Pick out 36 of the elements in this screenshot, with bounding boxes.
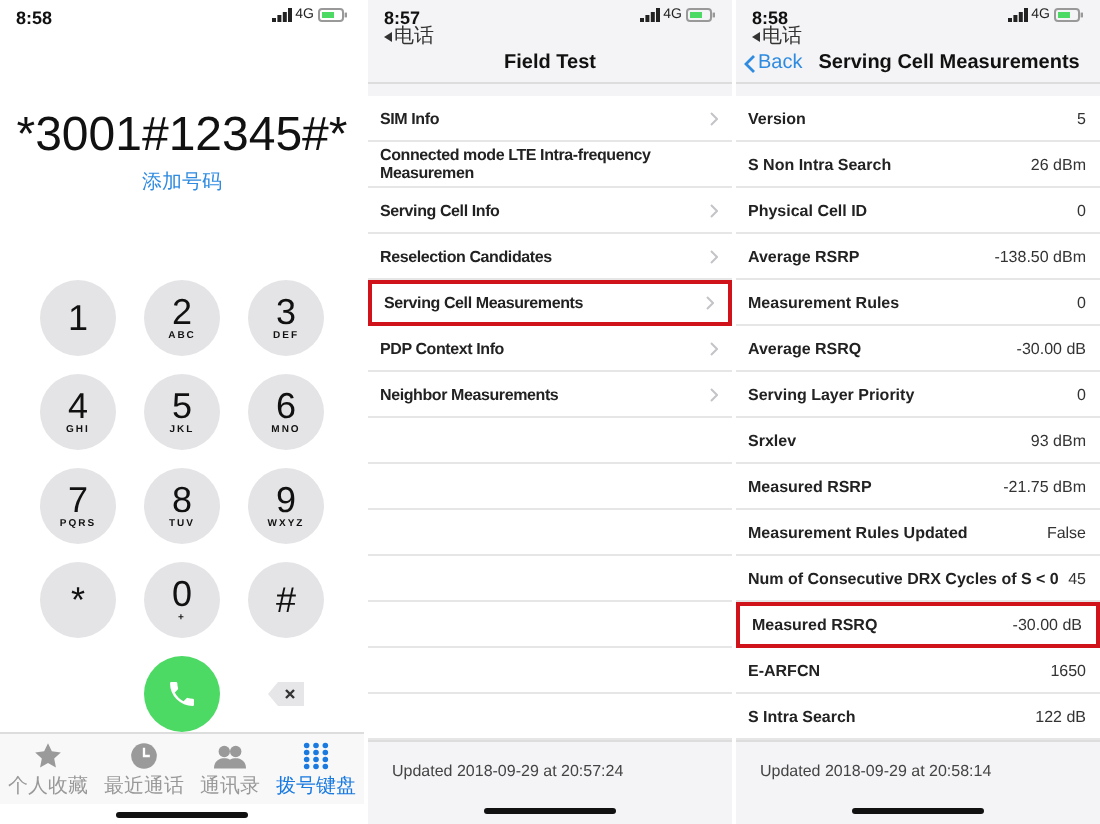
- dialed-number: *3001#12345#*: [14, 108, 350, 165]
- phone-icon: [166, 678, 198, 711]
- home-indicator: [484, 808, 616, 815]
- contacts-icon: [214, 742, 246, 771]
- home-indicator: [852, 808, 984, 815]
- add-number-link[interactable]: 添加号码: [0, 168, 364, 197]
- star-icon: [34, 742, 62, 771]
- status-time: 8:58: [16, 8, 53, 28]
- updated-timestamp: Updated 2018-09-29 at 20:58:14: [760, 761, 992, 780]
- keypad-key[interactable]: *: [40, 562, 116, 639]
- battery-icon: [318, 8, 348, 22]
- battery-icon: [1054, 8, 1084, 22]
- measurement-row: Measured RSRQ -30.00 dB: [736, 602, 1100, 649]
- keypad-icon: [302, 742, 330, 771]
- signal-icon: [639, 8, 660, 22]
- back-triangle-icon[interactable]: [752, 32, 760, 42]
- status-time: 8:58: [752, 8, 789, 28]
- status-time: 8:57: [384, 8, 421, 28]
- updated-timestamp: Updated 2018-09-29 at 20:57:24: [392, 761, 624, 780]
- signal-icon: [1007, 8, 1028, 22]
- delete-button[interactable]: [268, 682, 304, 707]
- back-to-app-link[interactable]: 电话: [762, 26, 802, 48]
- back-triangle-icon[interactable]: [384, 32, 392, 42]
- signal-icon: [271, 8, 292, 22]
- menu-item[interactable]: Connected mode LTE Intra-frequency Measuremen: [368, 142, 732, 189]
- clock-icon: [130, 742, 158, 771]
- nav-title: Field Test: [504, 52, 596, 75]
- menu-item[interactable]: Serving Cell Measurements: [368, 280, 732, 327]
- back-to-app-link[interactable]: 电话: [394, 26, 434, 48]
- keypad-key[interactable]: #: [248, 562, 324, 639]
- tab-bar-item[interactable]: 拨号键盘: [276, 742, 356, 801]
- nav-title: Serving Cell Measurements: [818, 52, 1080, 75]
- keypad-key[interactable]: 1: [40, 280, 116, 357]
- battery-icon: [686, 8, 716, 22]
- chevron-left-icon: [744, 53, 756, 74]
- home-indicator: [116, 811, 248, 818]
